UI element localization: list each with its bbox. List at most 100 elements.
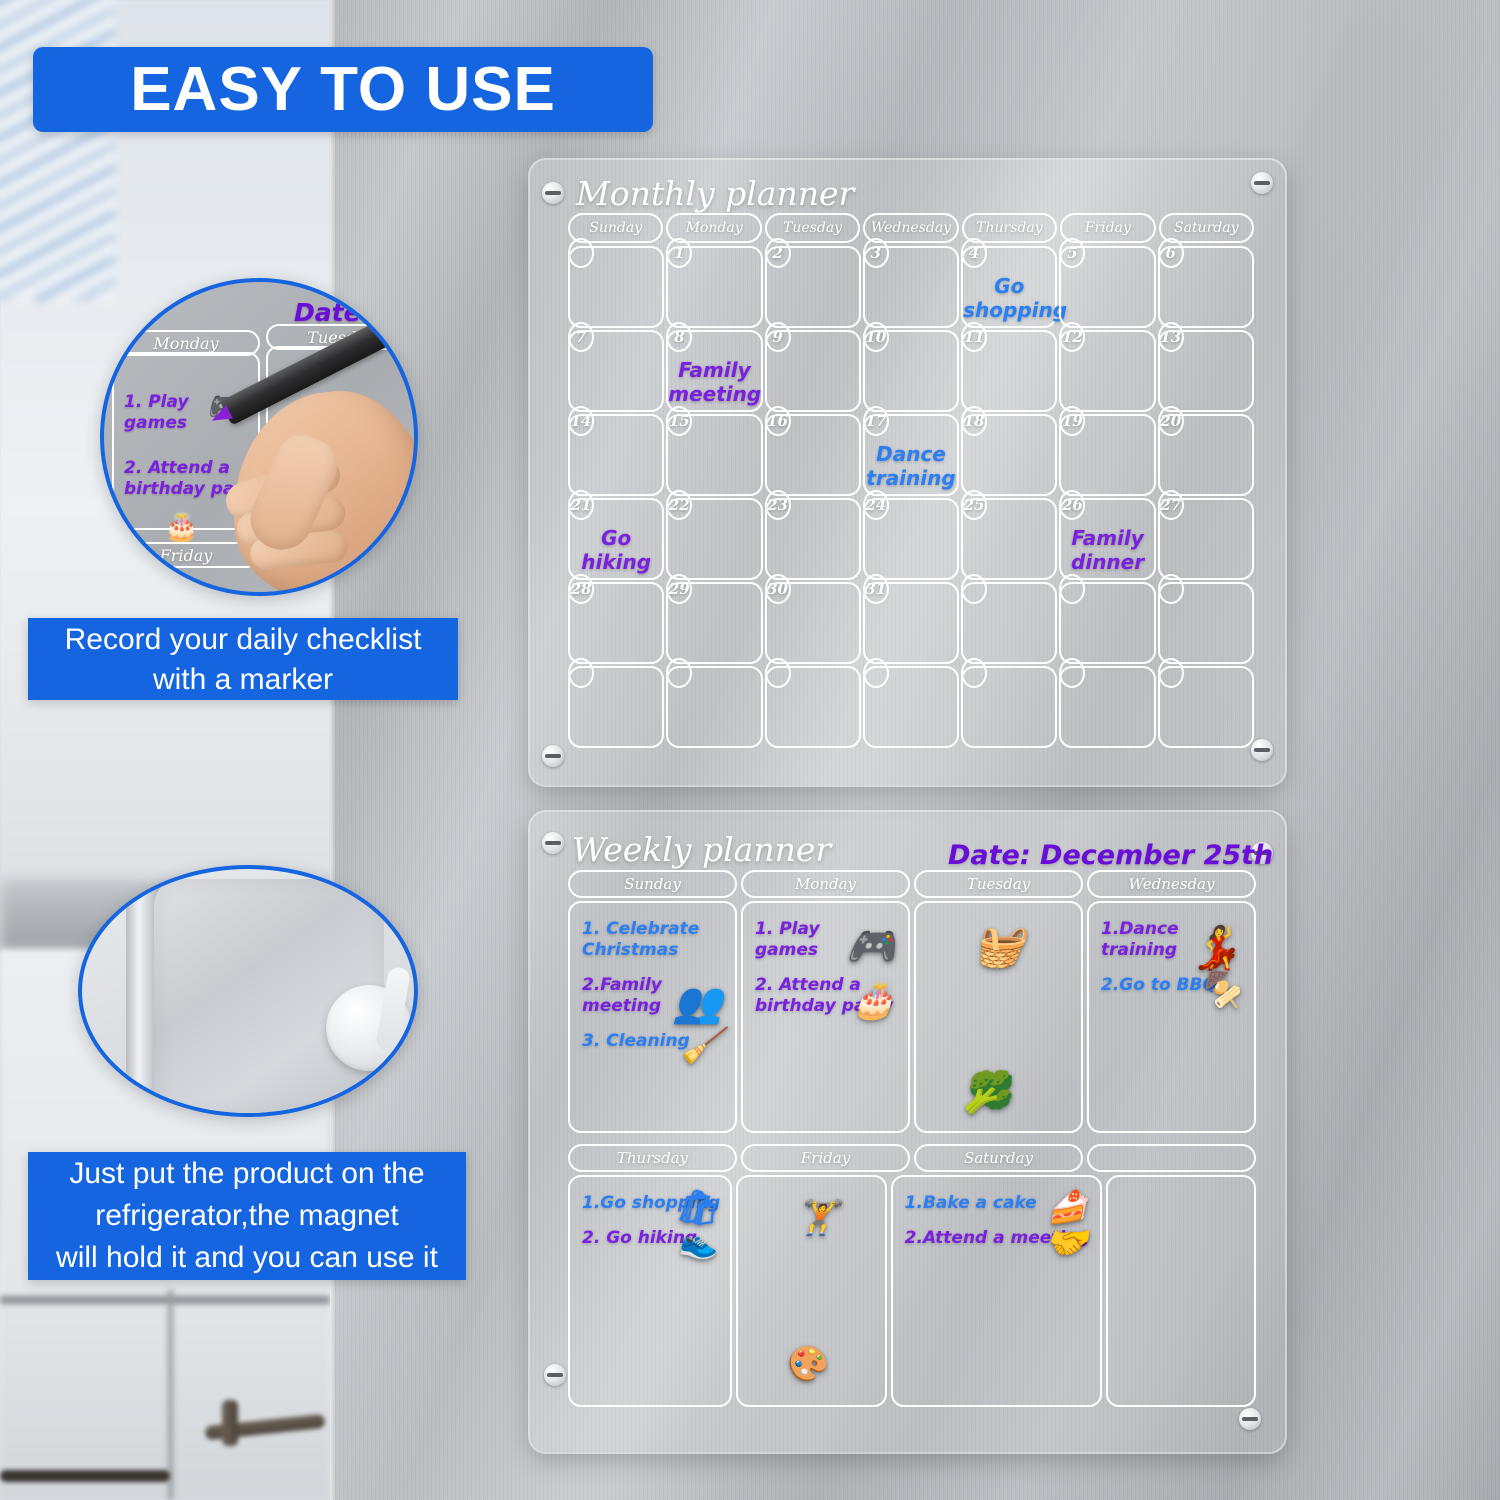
- monthly-day-cell[interactable]: 9: [764, 322, 861, 412]
- monthly-day-cell[interactable]: 1: [666, 238, 763, 328]
- magnet-plate: [154, 879, 412, 1113]
- monthly-day-cell[interactable]: [666, 658, 763, 748]
- monthly-day-cell[interactable]: [961, 658, 1058, 748]
- monthly-day-cell[interactable]: 14: [568, 406, 665, 496]
- monthly-day-cell[interactable]: 4 Go shopping: [961, 238, 1068, 328]
- monthly-day-cell[interactable]: 15: [666, 406, 763, 496]
- monthly-day-number: 22: [666, 490, 693, 520]
- weekly-task-item: 2.Attend a meeting 🤝: [904, 1223, 1090, 1263]
- monthly-day-number: 20: [1157, 406, 1184, 436]
- weekly-day-cell[interactable]: 🏋 🎨: [736, 1175, 887, 1407]
- monthly-day-cell[interactable]: 2: [764, 238, 861, 328]
- monthly-day-note: Go shopping: [963, 274, 1068, 322]
- monthly-day-cell[interactable]: 22: [666, 490, 763, 580]
- magnet-caption-banner: Just put the product on the refrigerator…: [28, 1152, 466, 1280]
- monthly-day-cell[interactable]: 10: [862, 322, 960, 412]
- monthly-day-number: 13: [1157, 322, 1184, 352]
- weekly-day-cell[interactable]: 1.Go shopping 🛍 2. Go hiking 👟: [568, 1175, 733, 1407]
- dancer-icon: 💃: [1189, 923, 1242, 972]
- monthly-day-cell[interactable]: 26 Family dinner: [1059, 490, 1156, 580]
- monthly-day-cell[interactable]: 12: [1059, 322, 1156, 412]
- monthly-day-cell[interactable]: 23: [764, 490, 861, 580]
- monthly-day-cell[interactable]: 30: [764, 574, 861, 664]
- sneaker-icon: 👟: [678, 1223, 719, 1261]
- monthly-day-number: 31: [862, 574, 889, 604]
- weekly-row-1: Sunday Monday Tuesday Wednesday 1. Celebrat…: [568, 870, 1256, 1136]
- headline-banner: EASY TO USE: [33, 47, 653, 132]
- monthly-day-note: Dance training: [866, 442, 956, 490]
- monthly-day-note: Family dinner: [1071, 526, 1145, 574]
- monthly-day-cell[interactable]: 13: [1157, 322, 1254, 412]
- weekly-task-item: 2.Go to BBQ 🍢: [1101, 970, 1242, 1010]
- monthly-day-number: 8: [666, 322, 693, 352]
- monthly-day-number: 18: [961, 406, 988, 436]
- weekly-grid: Sunday Monday Tuesday Wednesday 1. Celebrat…: [568, 870, 1256, 1415]
- monthly-day-cell[interactable]: 3: [862, 238, 960, 328]
- monthly-grid: Sunday Monday Tuesday Wednesday Thursday Frid…: [568, 213, 1254, 753]
- monthly-day-cell[interactable]: 6: [1157, 238, 1254, 328]
- monthly-day-number: 21: [568, 490, 594, 520]
- monthly-day-cell[interactable]: 11: [961, 322, 1058, 412]
- monthly-day-number: [568, 658, 594, 688]
- monthly-day-number: 19: [1059, 406, 1086, 436]
- monthly-day-cell[interactable]: [1157, 574, 1254, 664]
- monthly-day-cell[interactable]: 19: [1059, 406, 1156, 496]
- monthly-day-number: 27: [1157, 490, 1184, 520]
- paint-palette-icon: 🎨: [784, 1344, 827, 1384]
- weekly-day-cell[interactable]: 1.Bake a cake 🍰 2.Attend a meeting 🤝: [890, 1175, 1102, 1407]
- faucet-decor: [222, 1400, 238, 1446]
- birthday-cake-icon: 🎂: [164, 510, 199, 543]
- monthly-day-number: [568, 238, 594, 268]
- magnet-caption-line-2: refrigerator,the magnet: [95, 1199, 399, 1232]
- screw-top-right: [1251, 172, 1273, 194]
- monthly-day-number: 10: [862, 322, 889, 352]
- monthly-day-cell[interactable]: [961, 574, 1058, 664]
- monthly-day-cell[interactable]: 8 Family meeting: [666, 322, 763, 412]
- monthly-day-cell[interactable]: 28: [568, 574, 665, 664]
- weekly-task-item: 1. Celebrate Christmas: [582, 919, 700, 960]
- weekly-day-cell[interactable]: 1.Dance training 💃 2.Go to BBQ 🍢: [1087, 901, 1256, 1133]
- magnet-closeup-circle: [78, 865, 418, 1117]
- monthly-day-cell[interactable]: 27: [1157, 490, 1254, 580]
- monthly-day-number: 6: [1157, 238, 1184, 268]
- weekly-day-cell[interactable]: 1. Play games 🎮 2. Attend a birthday party…: [741, 901, 910, 1133]
- monthly-day-number: [666, 658, 693, 688]
- weekly-day-header: Wednesday: [1087, 870, 1256, 898]
- monthly-day-number: 24: [862, 490, 889, 520]
- monthly-day-cell[interactable]: [568, 658, 665, 748]
- monthly-day-cell[interactable]: 20: [1157, 406, 1254, 496]
- marker-closeup-circle: Date Monday Tuesday 1. Play games 🎮 2. A…: [100, 278, 418, 596]
- monthly-day-cell[interactable]: 7: [568, 322, 665, 412]
- monthly-day-number: 26: [1059, 490, 1086, 520]
- weekly-task-item: 2.Family meeting 👥: [582, 975, 723, 1026]
- monthly-day-cell[interactable]: 29: [666, 574, 763, 664]
- weekly-day-cell[interactable]: 1. Celebrate Christmas 2.Family meeting 👥 3…: [568, 901, 737, 1133]
- weekly-day-cell[interactable]: 🧺 🥦: [914, 901, 1083, 1133]
- weekly-task-item: 1. Play games 🎮: [755, 919, 896, 970]
- monthly-day-cell[interactable]: 25: [961, 490, 1058, 580]
- marker-caption-line-2: with a marker: [152, 663, 334, 696]
- monthly-day-cell[interactable]: 31: [862, 574, 960, 664]
- monthly-day-number: 3: [862, 238, 889, 268]
- monthly-day-cell[interactable]: [1157, 658, 1254, 748]
- monthly-day-cell[interactable]: [568, 238, 665, 328]
- screw-week-top-left: [542, 832, 564, 854]
- cabinet-edge-decor: [0, 1296, 330, 1304]
- monthly-day-cell[interactable]: [1059, 574, 1156, 664]
- monthly-day-cell[interactable]: 24: [862, 490, 960, 580]
- monthly-day-number: 17: [862, 406, 889, 436]
- monthly-day-cell[interactable]: 5: [1059, 238, 1156, 328]
- weekly-day-cell[interactable]: [1105, 1175, 1256, 1407]
- weekly-task-item: 🥦: [928, 989, 1071, 1113]
- monthly-day-number: [862, 658, 889, 688]
- monthly-day-cell[interactable]: [862, 658, 960, 748]
- monthly-day-cell[interactable]: [764, 658, 861, 748]
- monthly-day-cell[interactable]: 17 Dance training: [862, 406, 960, 496]
- magnet-caption-line-1: Just put the product on the: [69, 1157, 425, 1190]
- monthly-day-cell[interactable]: 18: [961, 406, 1058, 496]
- weekly-day-header: Monday: [741, 870, 910, 898]
- monthly-day-cell[interactable]: [1059, 658, 1156, 748]
- monthly-day-number: [1157, 658, 1184, 688]
- monthly-day-cell[interactable]: 21 Go hiking: [568, 490, 665, 580]
- monthly-day-cell[interactable]: 16: [764, 406, 861, 496]
